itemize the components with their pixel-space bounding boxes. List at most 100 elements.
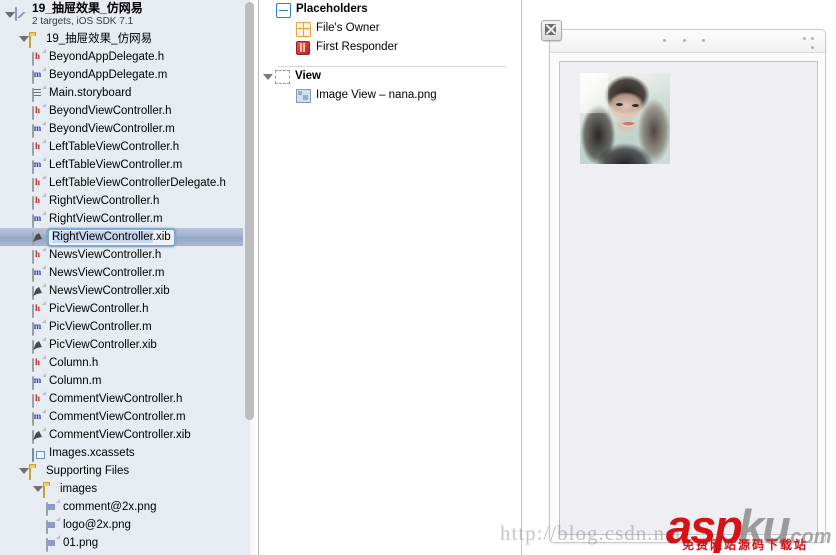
- project-file-row[interactable]: m BeyondViewController.m: [0, 120, 243, 138]
- chevron-down-icon[interactable]: [18, 462, 29, 480]
- header-file-icon: h: [32, 176, 45, 192]
- chevron-down-icon[interactable]: [262, 67, 275, 86]
- project-file-row[interactable]: h NewsViewController.h: [0, 246, 243, 264]
- view-controller-frame[interactable]: [541, 20, 826, 543]
- chevron-down-icon[interactable]: [4, 6, 15, 24]
- project-file-row[interactable]: m PicViewController.m: [0, 318, 243, 336]
- rename-input[interactable]: RightViewController.xib: [47, 227, 176, 247]
- project-file-row[interactable]: Images.xcassets: [0, 444, 243, 462]
- navigator-divider: [258, 0, 259, 555]
- file-name-label: CommentViewController.m: [49, 411, 186, 423]
- project-file-row[interactable]: m CommentViewController.m: [0, 408, 243, 426]
- file-name-label: CommentViewController.h: [49, 393, 183, 405]
- source-file-icon: m: [32, 212, 45, 228]
- project-file-row[interactable]: h Column.h: [0, 354, 243, 372]
- file-name-label: LeftTableViewController.h: [49, 141, 180, 153]
- project-file-row[interactable]: h PicViewController.h: [0, 300, 243, 318]
- outline-row-label: File's Owner: [316, 22, 380, 34]
- file-name-label: NewsViewController.m: [49, 267, 165, 279]
- file-name-label: PicViewController.xib: [49, 339, 157, 351]
- navigator-scrollbar[interactable]: [245, 2, 254, 553]
- file-name-label: NewsViewController.h: [49, 249, 162, 261]
- file-name-label: BeyondAppDelegate.h: [49, 51, 165, 63]
- outline-row[interactable]: Image View – nana.png: [260, 86, 522, 105]
- project-file-row[interactable]: Main.storyboard: [0, 84, 243, 102]
- outline-row-label: Placeholders: [296, 3, 368, 15]
- project-file-row[interactable]: h BeyondViewController.h: [0, 102, 243, 120]
- outline-row[interactable]: File's Owner: [260, 19, 522, 38]
- project-file-row[interactable]: h LeftTableViewController.h: [0, 138, 243, 156]
- outline-row-label: Image View – nana.png: [316, 89, 437, 101]
- source-file-icon: m: [32, 122, 45, 138]
- file-name-label: BeyondAppDelegate.m: [49, 69, 168, 81]
- header-file-icon: h: [32, 104, 45, 120]
- file-name-label: PicViewController.m: [49, 321, 152, 333]
- header-file-icon: h: [32, 194, 45, 210]
- file-name-label: Main.storyboard: [49, 87, 132, 99]
- project-navigator-panel[interactable]: 19_抽屉效果_仿网易 2 targets, iOS SDK 7.1 19_抽屉效果…: [0, 0, 259, 555]
- image-view-nana[interactable]: [580, 73, 670, 164]
- project-file-row[interactable]: m NewsViewController.m: [0, 264, 243, 282]
- navigator-scrollbar-thumb[interactable]: [245, 2, 254, 420]
- source-file-icon: m: [32, 320, 45, 336]
- root-view[interactable]: [559, 61, 818, 535]
- xib-file-icon: [32, 428, 45, 444]
- header-file-icon: h: [32, 302, 45, 318]
- project-file-row[interactable]: CommentViewController.xib: [0, 426, 243, 444]
- project-file-row[interactable]: comment@2x.png: [0, 498, 243, 516]
- project-file-row-selected[interactable]: RightViewController.xib: [0, 227, 243, 247]
- file-name-label: Images.xcassets: [49, 447, 135, 459]
- source-file-icon: m: [32, 374, 45, 390]
- source-file-icon: m: [32, 68, 45, 84]
- outline-row[interactable]: Placeholders: [260, 0, 522, 19]
- outline-row[interactable]: View: [260, 67, 522, 86]
- outline-row-list[interactable]: Placeholders File's Owner First Responder V…: [260, 0, 522, 105]
- png-image-icon: [46, 536, 59, 552]
- project-file-row[interactable]: logo@2x.png: [0, 516, 243, 534]
- project-file-row[interactable]: m Column.m: [0, 372, 243, 390]
- project-file-row[interactable]: images: [0, 480, 243, 498]
- folder-icon: [43, 482, 56, 498]
- interface-builder-canvas[interactable]: [522, 0, 836, 555]
- outline-row[interactable]: First Responder: [260, 38, 522, 57]
- project-file-list[interactable]: 19_抽屉效果_仿网易 2 targets, iOS SDK 7.1 19_抽屉效果…: [0, 0, 243, 552]
- project-file-row[interactable]: NewsViewController.xib: [0, 282, 243, 300]
- project-file-row[interactable]: h RightViewController.h: [0, 192, 243, 210]
- file-name-label: RightViewController.m: [49, 213, 163, 225]
- xib-file-icon: [32, 338, 45, 354]
- project-file-row[interactable]: 19_抽屉效果_仿网易: [0, 30, 243, 48]
- project-title: 19_抽屉效果_仿网易: [32, 1, 143, 15]
- chevron-down-icon[interactable]: [18, 30, 29, 48]
- project-file-row[interactable]: h CommentViewController.h: [0, 390, 243, 408]
- project-file-row[interactable]: Supporting Files: [0, 462, 243, 480]
- rename-selected-text: RightViewController: [52, 230, 153, 243]
- file-name-label: comment@2x.png: [63, 501, 157, 513]
- file-name-label: 01.png: [63, 537, 99, 549]
- project-root-row[interactable]: 19_抽屉效果_仿网易 2 targets, iOS SDK 7.1: [0, 0, 243, 30]
- project-file-row[interactable]: m RightViewController.m: [0, 210, 243, 228]
- outline-separator: [278, 66, 506, 67]
- project-file-row[interactable]: h BeyondAppDelegate.h: [0, 48, 243, 66]
- project-file-row[interactable]: m LeftTableViewController.m: [0, 156, 243, 174]
- source-file-icon: m: [32, 158, 45, 174]
- project-file-row[interactable]: h LeftTableViewControllerDelegate.h: [0, 174, 243, 192]
- project-file-row[interactable]: PicViewController.xib: [0, 336, 243, 354]
- file-name-label: CommentViewController.xib: [49, 429, 191, 441]
- file-name-label: BeyondViewController.h: [49, 105, 172, 117]
- photo-content: [580, 73, 670, 164]
- close-icon[interactable]: [541, 20, 562, 41]
- xcode-window: 19_抽屉效果_仿网易 2 targets, iOS SDK 7.1 19_抽屉效果…: [0, 0, 836, 555]
- files-owner-icon: [296, 21, 311, 37]
- interface-builder-outline-panel[interactable]: Placeholders File's Owner First Responder V…: [260, 0, 522, 555]
- project-icon: [15, 7, 28, 22]
- header-file-icon: h: [32, 248, 45, 264]
- file-name-label: PicViewController.h: [49, 303, 149, 315]
- project-file-row[interactable]: 01.png: [0, 534, 243, 552]
- project-file-row[interactable]: m BeyondAppDelegate.m: [0, 66, 243, 84]
- outline-row-label: View: [295, 70, 321, 82]
- file-name-label: logo@2x.png: [63, 519, 131, 531]
- chevron-down-icon[interactable]: [32, 480, 43, 498]
- outline-row-label: First Responder: [316, 41, 398, 53]
- file-name-label: Supporting Files: [46, 465, 130, 477]
- placeholders-cube-icon: [276, 2, 291, 18]
